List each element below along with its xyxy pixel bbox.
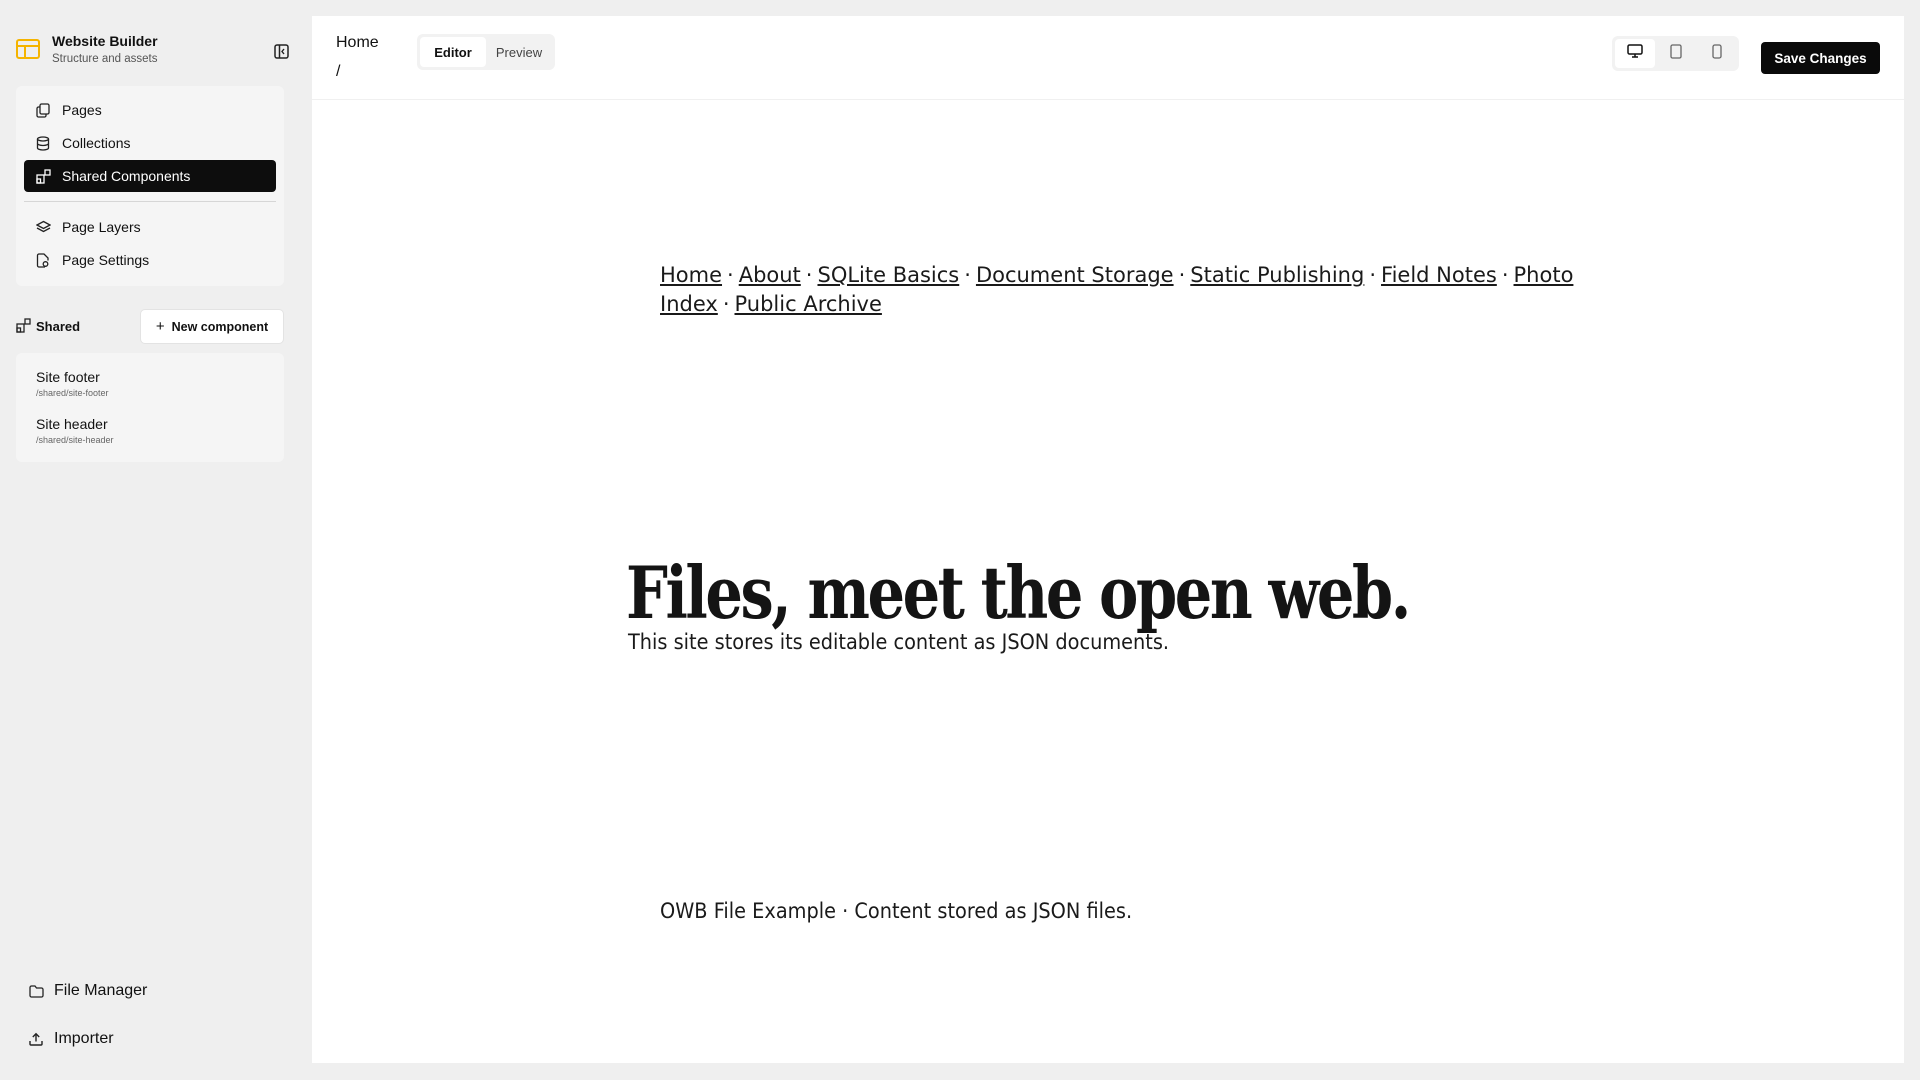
- sidebar-nav: Pages Collections Shared Components Page…: [16, 86, 284, 286]
- site-header-nav: Home · About · SQLite Basics · Document Storag…: [660, 261, 1590, 319]
- pages-icon: [35, 102, 51, 118]
- sidebar-item-pages[interactable]: Pages: [24, 94, 276, 126]
- desktop-icon: [1627, 44, 1643, 63]
- shared-header: Shared + New component: [16, 309, 284, 345]
- layers-icon: [35, 219, 51, 235]
- component-path: /shared/site-footer: [36, 388, 109, 398]
- nav-separator: ·: [722, 292, 730, 316]
- file-manager-link[interactable]: File Manager: [28, 982, 147, 1000]
- list-item[interactable]: Site header /shared/site-header: [36, 416, 276, 445]
- nav-separator: ·: [1178, 263, 1186, 287]
- importer-label: Importer: [54, 1030, 114, 1047]
- sidebar-item-shared-components[interactable]: Shared Components: [24, 160, 276, 192]
- shared-heading-label: Shared: [36, 318, 81, 334]
- nav-separator: ·: [805, 263, 813, 287]
- sidebar-item-label: Shared Components: [62, 168, 191, 184]
- new-component-button[interactable]: + New component: [140, 309, 284, 344]
- nav-link-document-storage[interactable]: Document Storage: [976, 263, 1174, 287]
- shared-component-list: Site footer /shared/site-footer Site hea…: [16, 353, 284, 462]
- sidebar-item-label: Collections: [62, 135, 131, 151]
- page-canvas[interactable]: Home · About · SQLite Basics · Document Storag…: [312, 101, 1904, 1063]
- file-manager-label: File Manager: [54, 982, 148, 999]
- nav-link-field-notes[interactable]: Field Notes: [1381, 263, 1497, 287]
- save-changes-button[interactable]: Save Changes: [1761, 42, 1880, 74]
- nav-link-about[interactable]: About: [739, 263, 801, 287]
- tablet-icon: [1670, 43, 1682, 64]
- mode-tabs: Editor Preview: [417, 34, 555, 70]
- mobile-view-button[interactable]: [1697, 39, 1737, 68]
- sidebar-item-page-layers[interactable]: Page Layers: [24, 211, 276, 243]
- plus-icon: +: [155, 318, 165, 335]
- upload-icon: [28, 1031, 44, 1047]
- nav-link-public-archive[interactable]: Public Archive: [735, 292, 882, 316]
- nav-separator: ·: [964, 263, 971, 287]
- collapse-sidebar-icon[interactable]: [270, 40, 292, 62]
- brand: Website Builder Structure and assets: [16, 30, 289, 70]
- component-path: /shared/site-header: [36, 435, 114, 445]
- component-name: Site header: [36, 416, 108, 432]
- page-settings-icon: [35, 252, 51, 268]
- editor-topbar: Home / Editor Preview Save Changes: [312, 16, 1904, 100]
- sidebar-item-label: Pages: [62, 102, 102, 118]
- sidebar-item-page-settings[interactable]: Page Settings: [24, 244, 276, 276]
- nav-separator: ·: [727, 263, 734, 287]
- sidebar-item-label: Page Settings: [62, 252, 150, 268]
- hero-title: Files, meet the open web.: [626, 550, 1411, 635]
- nav-divider: [24, 201, 276, 202]
- nav-separator: ·: [1369, 263, 1377, 287]
- hero-subtitle: This site stores its editable content as…: [628, 630, 1170, 654]
- shared-components-icon: [35, 168, 51, 184]
- tab-editor[interactable]: Editor: [420, 37, 486, 67]
- tablet-view-button[interactable]: [1656, 39, 1696, 68]
- mobile-icon: [1712, 43, 1722, 64]
- breadcrumb-path: /: [336, 63, 341, 80]
- desktop-view-button[interactable]: [1615, 39, 1655, 68]
- database-icon: [35, 135, 51, 151]
- new-component-label: New component: [171, 319, 269, 334]
- shared-heading: Shared: [16, 318, 80, 334]
- breadcrumb[interactable]: Home: [336, 34, 379, 52]
- nav-link-sqlite-basics[interactable]: SQLite Basics: [817, 263, 959, 287]
- folder-icon: [28, 983, 44, 999]
- list-item[interactable]: Site footer /shared/site-footer: [36, 369, 276, 398]
- layout-logo-icon: [16, 39, 40, 59]
- component-name: Site footer: [36, 369, 100, 385]
- shared-components-icon: [16, 318, 32, 334]
- sidebar-item-label: Page Layers: [62, 219, 141, 235]
- editor-main: Home / Editor Preview Save Changes Home …: [312, 16, 1904, 1063]
- sidebar: Website Builder Structure and assets Pag…: [0, 0, 300, 1080]
- brand-title: Website Builder: [52, 33, 158, 49]
- site-footer-text: OWB File Example · Content stored as JSO…: [660, 899, 1133, 923]
- sidebar-item-collections[interactable]: Collections: [24, 127, 276, 159]
- device-switcher: [1612, 36, 1739, 71]
- nav-link-static-publishing[interactable]: Static Publishing: [1190, 263, 1364, 287]
- importer-link[interactable]: Importer: [28, 1030, 114, 1048]
- nav-link-home[interactable]: Home: [660, 263, 722, 287]
- tab-preview[interactable]: Preview: [486, 37, 552, 67]
- brand-subtitle: Structure and assets: [52, 53, 158, 65]
- nav-separator: ·: [1501, 263, 1509, 287]
